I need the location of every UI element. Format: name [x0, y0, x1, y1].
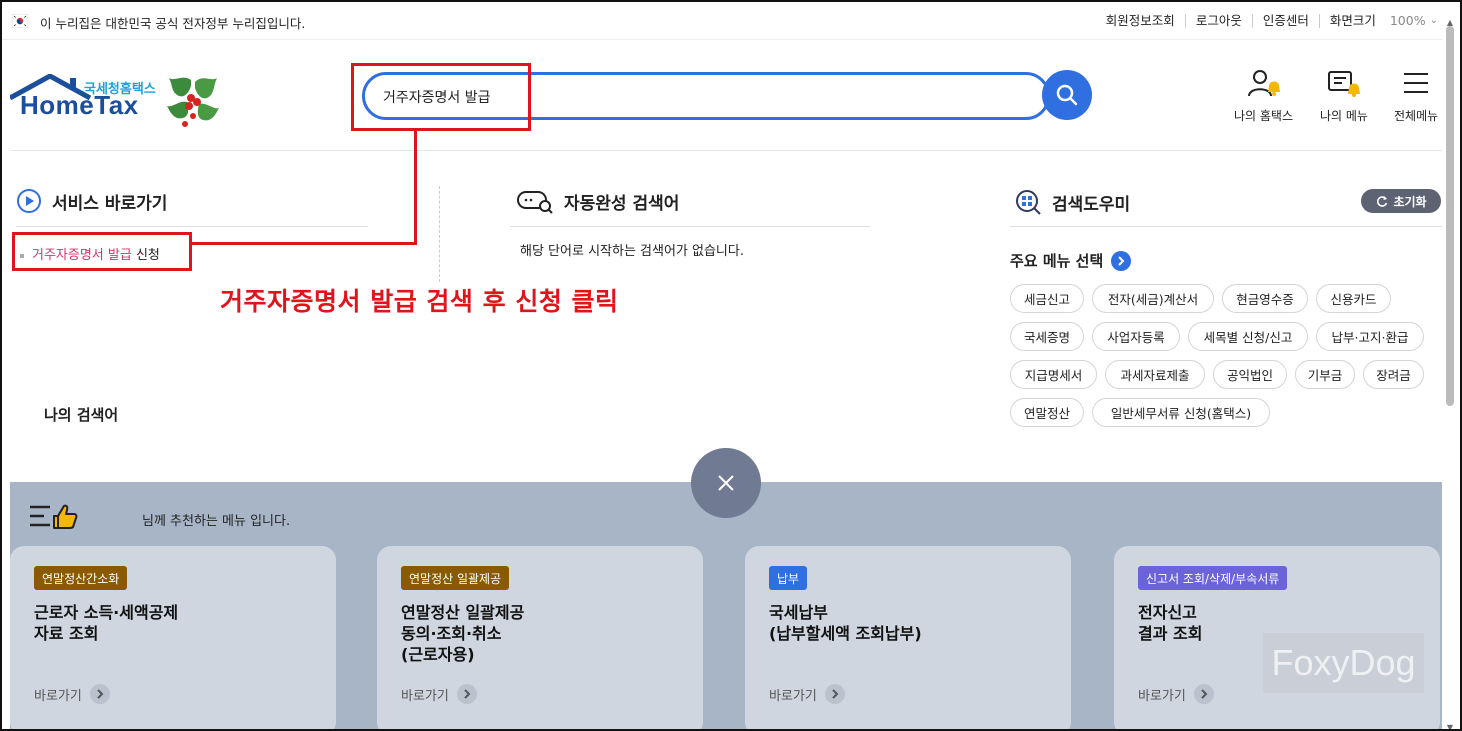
all-menu-button[interactable]: 전체메뉴: [1394, 68, 1438, 124]
gov-notice-text: 이 누리집은 대한민국 공식 전자정부 누리집입니다.: [40, 16, 306, 31]
screen-size-label: 화면크기: [1318, 13, 1386, 28]
close-button[interactable]: [691, 448, 761, 518]
my-menu-button[interactable]: 나의 메뉴: [1320, 68, 1368, 124]
annotation-text: 거주자증명서 발급 검색 후 신청 클릭: [220, 287, 619, 316]
hamburger-icon: [1404, 73, 1429, 93]
watermark: FoxyDog: [1263, 633, 1424, 693]
thumbs-up-list-icon: [30, 504, 78, 529]
member-info-link[interactable]: 회원정보조회: [1096, 13, 1185, 28]
card-go-link[interactable]: 바로가기: [34, 684, 110, 704]
close-icon: [718, 475, 734, 491]
my-hometax-button[interactable]: 나의 홈택스: [1234, 68, 1293, 124]
recommend-card[interactable]: 연말정산 일괄제공 연말정산 일괄제공 동의·조회·취소 (근로자용) 바로가기: [377, 546, 703, 729]
search-helper-title: 검색도우미: [1014, 188, 1130, 216]
search-helper-underline: [1010, 226, 1442, 227]
service-shortcut-underline: [16, 226, 368, 227]
card-badge: 신고서 조회/삭제/부속서류: [1138, 566, 1288, 590]
card-go-link[interactable]: 바로가기: [401, 684, 477, 704]
card-title: 연말정산 일괄제공 동의·조회·취소 (근로자용): [401, 603, 525, 664]
chevron-right-icon: [456, 684, 477, 704]
service-shortcut-title: 서비스 바로가기: [16, 188, 167, 214]
card-badge: 연말정산 일괄제공: [401, 566, 510, 590]
chip-incentive[interactable]: 장려금: [1363, 360, 1424, 389]
chevron-right-icon: [89, 684, 110, 704]
scroll-thumb[interactable]: [1446, 26, 1454, 406]
play-icon: [17, 189, 41, 213]
chevron-right-icon: [1193, 684, 1214, 704]
autocomplete-underline: [510, 226, 870, 227]
grid-search-icon: [1016, 190, 1041, 215]
card-badge: 연말정산간소화: [34, 566, 128, 590]
service-shortcut-title-text: 서비스 바로가기: [52, 193, 168, 214]
card-go-link[interactable]: 바로가기: [1138, 684, 1214, 704]
user-bell-icon: [1247, 70, 1280, 97]
logo-title: HomeTax: [20, 90, 139, 120]
scrollbar[interactable]: ▲ ▼: [1444, 18, 1456, 729]
annotation-box-search: [351, 63, 531, 131]
chip-tax-certificate[interactable]: 국세증명: [1010, 322, 1084, 351]
chip-tax-item-request[interactable]: 세목별 신청/신고: [1188, 322, 1308, 351]
my-search-title: 나의 검색어: [44, 406, 119, 424]
card-go-label: 바로가기: [769, 688, 817, 704]
reset-button[interactable]: 초기화: [1361, 189, 1441, 213]
browser-frame: 이 누리집은 대한민국 공식 전자정부 누리집입니다. 회원정보조회 로그아웃 …: [0, 0, 1462, 731]
recommend-card[interactable]: 연말정산간소화 근로자 소득·세액공제 자료 조회 바로가기: [10, 546, 336, 729]
card-title: 국세납부 (납부할세액 조회납부): [769, 603, 922, 643]
my-menu-label: 나의 메뉴: [1320, 109, 1368, 123]
keyboard-search-icon: [517, 191, 553, 214]
recommend-panel: 님께 추천하는 메뉴 입니다. 연말정산간소화 근로자 소득·세액공제 자료 조…: [10, 482, 1442, 729]
recommend-card[interactable]: 납부 국세납부 (납부할세액 조회납부) 바로가기: [745, 546, 1071, 729]
card-go-label: 바로가기: [1138, 688, 1186, 704]
chip-public-corp[interactable]: 공익법인: [1213, 360, 1287, 389]
chevron-right-icon: [824, 684, 845, 704]
my-hometax-label: 나의 홈택스: [1234, 109, 1294, 123]
chevron-right-icon[interactable]: [1111, 250, 1132, 271]
chip-e-invoice[interactable]: 전자(세금)계산서: [1092, 284, 1214, 313]
autocomplete-empty-message: 해당 단어로 시작하는 검색어가 없습니다.: [520, 244, 744, 259]
chevron-down-icon[interactable]: ⌄: [1430, 15, 1438, 26]
logout-link[interactable]: 로그아웃: [1184, 13, 1252, 28]
autocomplete-title: 자동완성 검색어: [516, 188, 679, 214]
chip-tax-data-submit[interactable]: 과세자료제출: [1105, 360, 1205, 389]
chip-payment-statement[interactable]: 지급명세서: [1010, 360, 1097, 389]
main-menu-label: 주요 메뉴 선택: [1010, 252, 1104, 270]
section-divider: [439, 186, 440, 282]
chip-year-end-settlement[interactable]: 연말정산: [1010, 398, 1084, 427]
cert-center-link[interactable]: 인증센터: [1251, 13, 1319, 28]
chip-tax-report[interactable]: 세금신고: [1010, 284, 1084, 313]
card-badge: 납부: [769, 566, 808, 590]
chip-cash-receipt[interactable]: 현금영수증: [1222, 284, 1308, 313]
card-title: 근로자 소득·세액공제 자료 조회: [34, 603, 179, 643]
gov-notice-bar: 이 누리집은 대한민국 공식 전자정부 누리집입니다. 회원정보조회 로그아웃 …: [2, 2, 1442, 40]
chip-payment-refund[interactable]: 납부·고지·환급: [1316, 322, 1424, 351]
search-helper-title-text: 검색도우미: [1052, 194, 1131, 215]
card-go-link[interactable]: 바로가기: [769, 684, 845, 704]
chip-general-tax-docs[interactable]: 일반세무서류 신청(홈택스): [1092, 398, 1270, 427]
holly-icon: [167, 77, 219, 127]
chip-donation[interactable]: 기부금: [1295, 360, 1355, 389]
menu-bell-icon: [1327, 71, 1360, 97]
recommend-header: 님께 추천하는 메뉴 입니다.: [142, 514, 291, 529]
flag-icon: [12, 14, 28, 28]
refresh-icon: [1377, 196, 1388, 207]
card-go-label: 바로가기: [401, 688, 449, 704]
search-button[interactable]: [1042, 70, 1092, 120]
header-divider: [10, 150, 1442, 151]
autocomplete-title-text: 자동완성 검색어: [564, 193, 680, 214]
chip-business-registration[interactable]: 사업자등록: [1092, 322, 1180, 351]
hometax-logo[interactable]: 국세청홈택스 HomeTax: [10, 70, 220, 132]
reset-label: 초기화: [1393, 194, 1427, 209]
annotation-connector: [191, 242, 417, 245]
annotation-box-result: [12, 232, 192, 271]
chip-credit-card[interactable]: 신용카드: [1316, 284, 1391, 313]
scroll-down-icon[interactable]: ▼: [1445, 723, 1455, 729]
search-icon: [1056, 84, 1078, 106]
zoom-select[interactable]: 100%: [1390, 13, 1426, 28]
annotation-connector: [414, 130, 417, 245]
main-menu-select[interactable]: 주요 메뉴 선택: [1010, 250, 1132, 271]
card-go-label: 바로가기: [34, 688, 82, 704]
top-links: 회원정보조회 로그아웃 인증센터 화면크기 100% ⌄: [1096, 13, 1438, 28]
all-menu-label: 전체메뉴: [1394, 109, 1439, 123]
